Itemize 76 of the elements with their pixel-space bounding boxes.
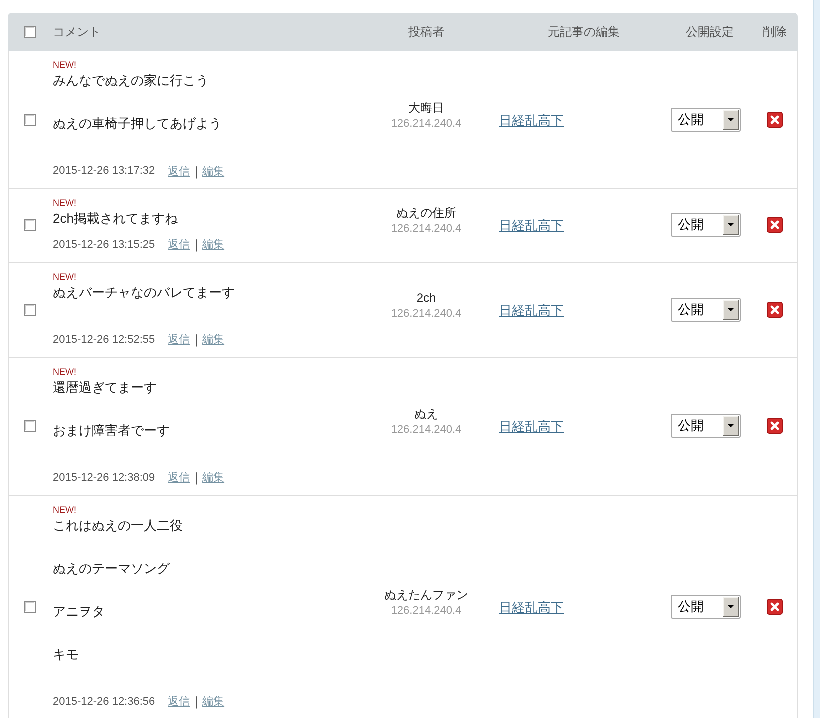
visibility-dropdown[interactable]: 公開 (671, 213, 741, 238)
delete-icon[interactable] (766, 302, 782, 318)
author-name: ぬえ (414, 406, 438, 422)
row-checkbox[interactable] (24, 420, 36, 432)
column-header: 公開設定 (685, 24, 735, 40)
comment-text: キモ (53, 646, 79, 664)
reply-link[interactable]: 返信 (168, 470, 190, 485)
new-label: NEW! (53, 61, 76, 70)
delete-icon[interactable] (766, 599, 782, 615)
article-link[interactable]: 日経乱高下 (499, 302, 564, 318)
reply-link[interactable]: 返信 (168, 164, 190, 178)
comment-text: ぬえの車椅子押してあげよう (53, 115, 222, 133)
new-label: NEW! (53, 272, 76, 282)
author-ip: 126.214.240.4 (391, 116, 462, 130)
reply-link[interactable]: 返信 (168, 694, 190, 709)
author-ip: 126.214.240.4 (391, 306, 462, 320)
row-checkbox[interactable] (24, 219, 36, 232)
comment-text: ぬえバーチャなのバレてまーす (53, 284, 235, 302)
column-header: 削除 (762, 24, 788, 40)
new-label: NEW! (53, 368, 76, 376)
author-name: 2ch (416, 290, 436, 306)
new-label: NEW! (53, 506, 76, 514)
link-separator: | (195, 237, 199, 252)
article-link[interactable]: 日経乱高下 (499, 112, 564, 128)
row-checkbox[interactable] (24, 601, 36, 613)
edit-link[interactable]: 編集 (202, 164, 225, 178)
visibility-dropdown[interactable]: 公開 (671, 414, 741, 438)
link-separator: | (195, 164, 199, 178)
comment-text: ぬえのテーマソング (53, 560, 170, 578)
caret-icon (723, 215, 739, 236)
comment-text: これはぬえの一人二役 (53, 516, 183, 534)
author-name: ぬえの住所 (396, 205, 456, 222)
comment-text: 2ch掲載されてますね (53, 210, 178, 228)
caret-icon (723, 300, 739, 320)
comment-date: 2015-12-26 12:38:09 (53, 472, 156, 484)
column-header: 投稿者 (408, 24, 446, 40)
comment-text: みんなでぬえの家に行こう (53, 72, 209, 90)
author-name: ぬえたんファン (384, 587, 468, 603)
delete-icon[interactable] (766, 418, 782, 434)
author-ip: 126.214.240.4 (391, 604, 462, 618)
comment-text: おまけ障害者でーす (53, 422, 170, 440)
delete-icon[interactable] (766, 217, 782, 234)
author-name: 大晦日 (408, 100, 444, 116)
author-ip: 126.214.240.4 (391, 222, 462, 236)
article-link[interactable]: 日経乱高下 (499, 218, 564, 234)
select-all-checkbox[interactable] (24, 26, 36, 38)
caret-icon (723, 597, 739, 617)
comment-date: 2015-12-26 12:36:56 (53, 696, 156, 708)
visibility-dropdown[interactable]: 公開 (671, 595, 741, 619)
row-checkbox[interactable] (24, 114, 36, 126)
edit-link[interactable]: 編集 (202, 470, 225, 485)
link-separator: | (195, 332, 199, 347)
author-ip: 126.214.240.4 (391, 423, 462, 437)
reply-link[interactable]: 返信 (168, 332, 190, 347)
edit-link[interactable]: 編集 (202, 694, 225, 709)
article-link[interactable]: 日経乱高下 (499, 419, 564, 434)
article-link[interactable]: 日経乱高下 (499, 600, 564, 615)
comment-date: 2015-12-26 12:52:55 (53, 334, 156, 346)
new-label: NEW! (53, 199, 76, 208)
comment-text: アニヲタ (53, 602, 105, 620)
row-checkbox[interactable] (24, 304, 36, 316)
caret-icon (723, 110, 739, 130)
column-header: コメント (52, 24, 102, 40)
visibility-dropdown[interactable]: 公開 (671, 108, 741, 132)
edit-link[interactable]: 編集 (202, 237, 225, 252)
caret-icon (723, 416, 739, 436)
delete-icon[interactable] (766, 112, 782, 128)
link-separator: | (195, 470, 199, 485)
column-header: 元記事の編集 (547, 24, 621, 40)
comment-date: 2015-12-26 13:15:25 (53, 238, 156, 250)
edit-link[interactable]: 編集 (202, 332, 225, 347)
reply-link[interactable]: 返信 (168, 237, 190, 252)
link-separator: | (195, 694, 199, 709)
comment-date: 2015-12-26 13:17:32 (53, 165, 156, 177)
comment-text: 還暦過ぎてまーす (53, 378, 157, 396)
visibility-dropdown[interactable]: 公開 (671, 298, 741, 322)
